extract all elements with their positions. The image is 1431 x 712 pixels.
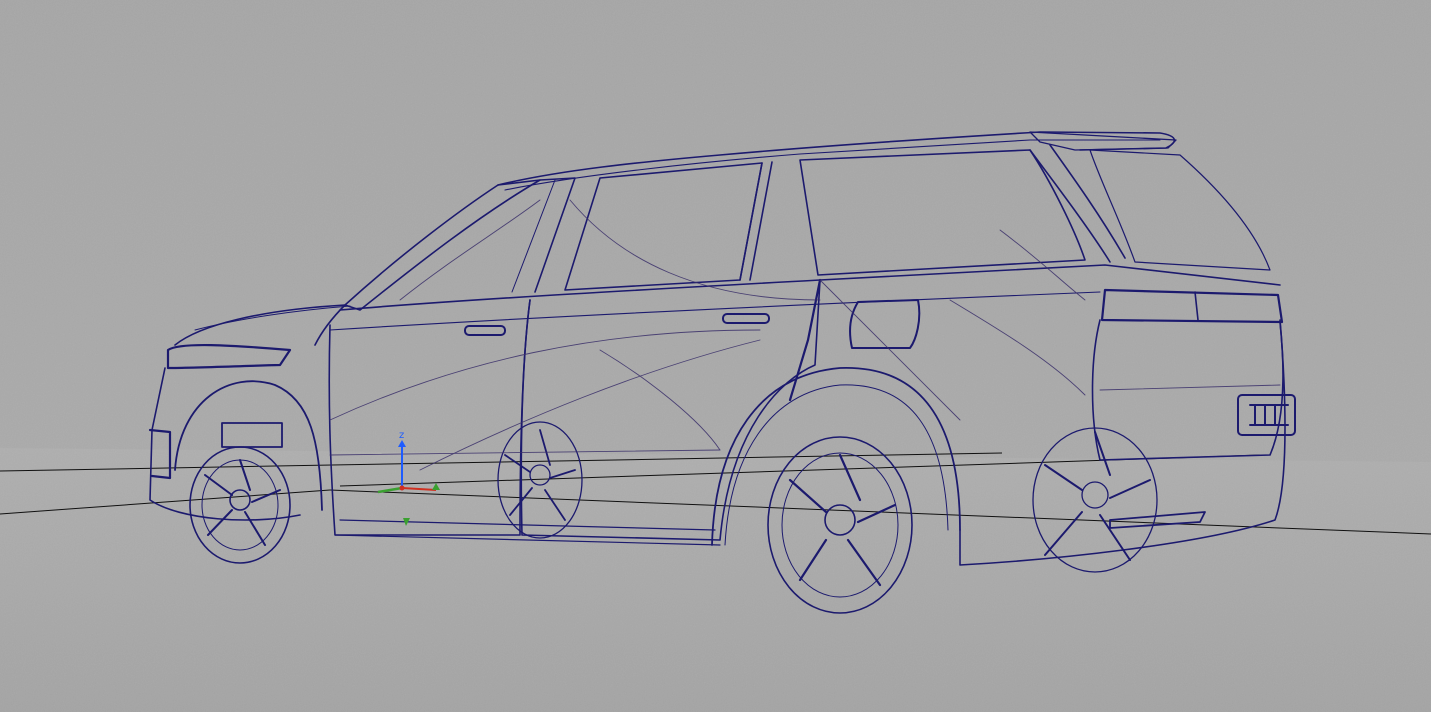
gizmo-z-label: z	[399, 430, 404, 441]
3d-viewport[interactable]: z	[0, 0, 1431, 712]
gizmo-pivot[interactable]	[399, 485, 405, 491]
viewport-canvas[interactable]: z	[0, 0, 1431, 712]
texture-overlay	[0, 0, 1431, 712]
